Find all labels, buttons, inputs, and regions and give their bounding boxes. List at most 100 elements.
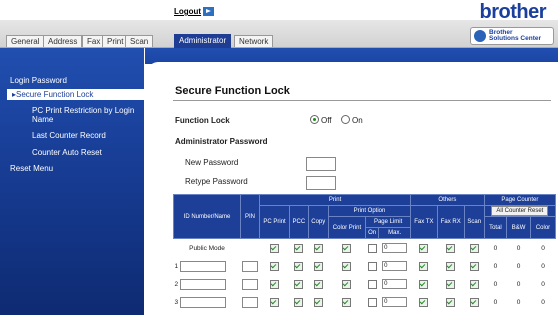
col-print: Print <box>258 194 412 206</box>
total-count: 0 <box>493 280 498 288</box>
color-print-checkbox[interactable] <box>342 261 352 271</box>
fax-rx-checkbox[interactable] <box>446 261 456 271</box>
sidebar-item-reset-menu[interactable]: Reset Menu <box>10 164 53 173</box>
sidebar-item-pc-print-restriction[interactable]: PC Print Restriction by Login Name <box>32 106 140 124</box>
sidebar-item-last-counter-record[interactable]: Last Counter Record <box>32 131 140 140</box>
pcc-checkbox[interactable] <box>294 279 304 289</box>
page-limit-on-checkbox[interactable] <box>367 243 377 253</box>
scan-checkbox[interactable] <box>469 243 479 253</box>
col-print-option: Print Option <box>327 205 412 217</box>
new-password-label: New Password <box>185 158 239 167</box>
tab-network[interactable]: Network <box>234 35 274 47</box>
col-pin: PIN <box>240 194 260 239</box>
sidebar: Login Password ▸Secure Function Lock PC … <box>0 48 144 315</box>
sidebar-item-counter-auto-reset[interactable]: Counter Auto Reset <box>32 148 140 157</box>
function-lock-label: Function Lock <box>175 116 230 125</box>
col-color: Color <box>530 216 556 239</box>
id-name-input[interactable] <box>179 260 226 272</box>
new-password-field[interactable] <box>306 157 336 171</box>
fax-tx-checkbox[interactable] <box>419 297 429 307</box>
copy-checkbox[interactable] <box>313 297 323 307</box>
col-bw: B&W <box>506 216 532 239</box>
page-limit-on-checkbox[interactable] <box>367 297 377 307</box>
scan-checkbox[interactable] <box>469 279 479 289</box>
row-number: 3 <box>174 298 179 306</box>
bw-count: 0 <box>516 244 521 252</box>
table-row: 3 0 0 0 0 <box>174 293 556 311</box>
page-limit-max-input[interactable]: 0 <box>382 279 408 289</box>
col-color-print: Color Print <box>327 216 367 239</box>
page-limit-max-input[interactable]: 0 <box>382 243 408 253</box>
logout-link[interactable]: Logout <box>174 7 215 16</box>
arrow-right-icon <box>203 7 215 16</box>
color-print-checkbox[interactable] <box>342 297 352 307</box>
all-counter-reset-button[interactable]: All Counter Reset <box>491 206 549 216</box>
col-copy: Copy <box>307 205 329 239</box>
function-lock-off-radio[interactable] <box>310 115 319 124</box>
admin-password-label: Administrator Password <box>175 137 268 146</box>
page-limit-max-input[interactable]: 0 <box>382 297 408 307</box>
pc-print-checkbox[interactable] <box>270 297 280 307</box>
id-name-input[interactable] <box>179 278 226 290</box>
row-number: 1 <box>174 262 179 270</box>
copy-checkbox[interactable] <box>313 279 323 289</box>
title-divider <box>173 100 551 101</box>
sidebar-item-secure-function-lock[interactable]: ▸Secure Function Lock <box>7 89 144 100</box>
table-row: 2 0 0 0 0 <box>174 275 556 293</box>
color-print-checkbox[interactable] <box>342 243 352 253</box>
retype-password-field[interactable] <box>306 176 336 190</box>
col-fax-tx: Fax TX <box>410 205 438 239</box>
fax-rx-checkbox[interactable] <box>446 297 456 307</box>
pc-print-checkbox[interactable] <box>270 243 280 253</box>
bw-count: 0 <box>516 298 521 306</box>
pcc-checkbox[interactable] <box>294 261 304 271</box>
col-limit-max: Max. <box>378 227 412 239</box>
function-lock-on-label: On <box>352 116 363 125</box>
row-name: Public Mode <box>189 244 225 252</box>
tab-general[interactable]: General <box>6 35 45 47</box>
col-page-counter: Page Counter <box>483 194 557 206</box>
id-name-input[interactable] <box>179 296 226 308</box>
pin-input[interactable] <box>242 260 258 272</box>
fax-rx-checkbox[interactable] <box>446 279 456 289</box>
tab-scan[interactable]: Scan <box>125 35 154 47</box>
bw-count: 0 <box>516 262 521 270</box>
color-count: 0 <box>541 298 545 306</box>
sidebar-item-label: Secure Function Lock <box>16 90 94 99</box>
tab-address[interactable]: Address <box>43 35 83 47</box>
color-count: 0 <box>541 262 545 270</box>
pc-print-checkbox[interactable] <box>270 261 280 271</box>
pin-input[interactable] <box>242 296 258 308</box>
col-limit-on: On <box>365 227 380 239</box>
page-limit-on-checkbox[interactable] <box>367 261 377 271</box>
color-print-checkbox[interactable] <box>342 279 352 289</box>
pc-print-checkbox[interactable] <box>270 279 280 289</box>
fax-rx-checkbox[interactable] <box>446 243 456 253</box>
col-fax-rx: Fax RX <box>436 205 465 239</box>
function-lock-on-radio[interactable] <box>341 115 350 124</box>
tab-administrator[interactable]: Administrator <box>174 34 232 48</box>
pcc-checkbox[interactable] <box>294 297 304 307</box>
copy-checkbox[interactable] <box>313 261 323 271</box>
scan-checkbox[interactable] <box>469 297 479 307</box>
scan-checkbox[interactable] <box>469 261 479 271</box>
page-limit-max-input[interactable]: 0 <box>382 261 408 271</box>
col-pc-print: PC Print <box>258 205 291 239</box>
pin-input[interactable] <box>242 278 258 290</box>
solutions-center-button[interactable]: Brother Solutions Center <box>470 27 554 45</box>
table-row: 1 0 0 0 0 <box>174 257 556 275</box>
page-limit-on-checkbox[interactable] <box>367 279 377 289</box>
copy-checkbox[interactable] <box>313 243 323 253</box>
page-title: Secure Function Lock <box>175 85 290 97</box>
col-total: Total <box>483 216 508 239</box>
col-page-limit: Page Limit <box>365 216 412 228</box>
color-count: 0 <box>541 280 545 288</box>
sidebar-item-login-password[interactable]: Login Password <box>10 76 67 85</box>
fax-tx-checkbox[interactable] <box>419 243 429 253</box>
fax-tx-checkbox[interactable] <box>419 279 429 289</box>
bw-count: 0 <box>516 280 521 288</box>
function-lock-off-label: Off <box>321 116 332 125</box>
fax-tx-checkbox[interactable] <box>419 261 429 271</box>
pcc-checkbox[interactable] <box>294 243 304 253</box>
total-count: 0 <box>493 262 498 270</box>
